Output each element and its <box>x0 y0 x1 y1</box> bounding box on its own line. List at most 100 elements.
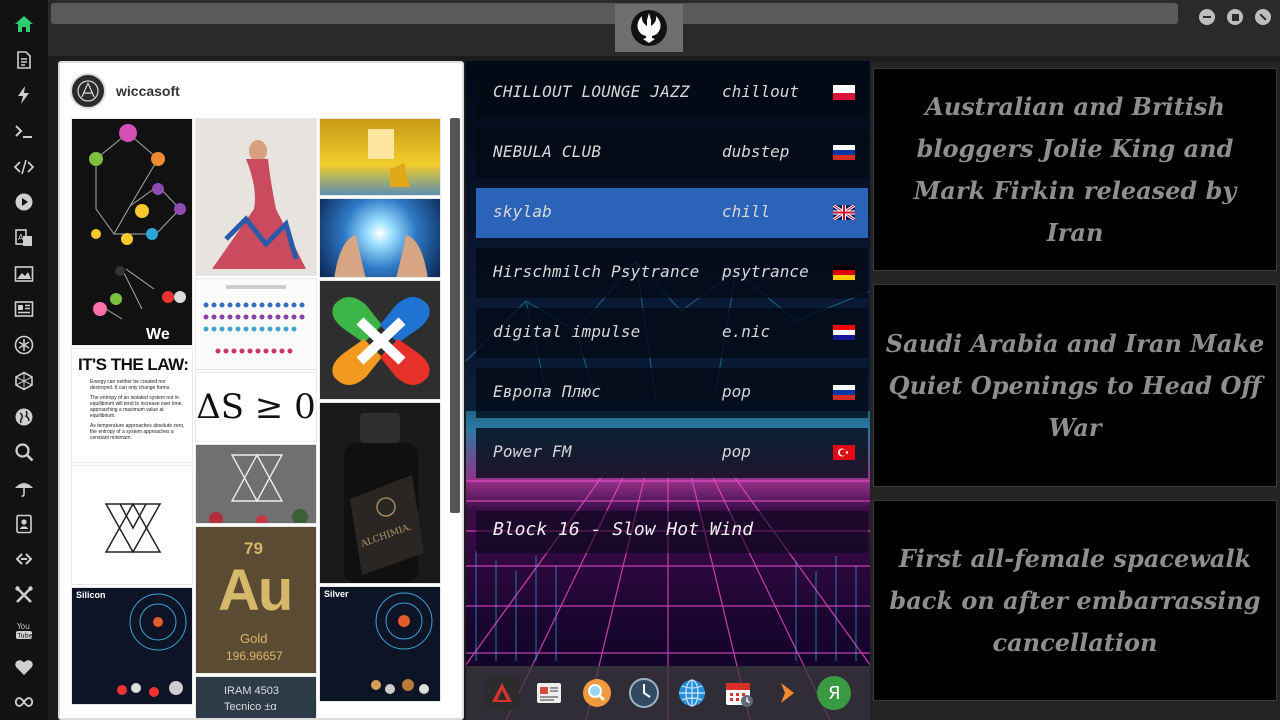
silicon-label: Silicon <box>76 590 106 600</box>
sidebar-item-terminal[interactable] <box>4 113 44 149</box>
news-icon <box>14 301 34 318</box>
iram-line-2: Tecnico ±α <box>224 701 277 713</box>
sidebar-item-hexagon[interactable] <box>4 363 44 399</box>
code-icon <box>14 159 34 174</box>
sidebar-item-home[interactable] <box>4 6 44 42</box>
photo-tile-silver[interactable]: Silver <box>319 586 441 702</box>
username[interactable]: wiccasoft <box>116 83 180 99</box>
photo-tile-yellow-room[interactable] <box>319 118 441 196</box>
sidebar-item-link[interactable] <box>4 542 44 578</box>
fashion-photo-image <box>212 140 306 269</box>
sidebar-item-heart[interactable] <box>4 649 44 685</box>
sidebar-item-youtube[interactable]: You Tube <box>4 613 44 649</box>
news-panel: Australian and British bloggers Jolie Ki… <box>870 61 1280 720</box>
sidebar-item-search[interactable] <box>4 434 44 470</box>
station-row[interactable]: Европа Плюс pop <box>476 368 868 418</box>
flag-poland-icon <box>833 85 855 100</box>
gold-number: 79 <box>244 539 263 558</box>
yellow-room-image <box>368 129 410 187</box>
station-row[interactable]: digital impulse e.nic <box>476 308 868 358</box>
sidebar-item-globe[interactable] <box>4 399 44 435</box>
play-icon <box>15 193 33 211</box>
sidebar-item-code[interactable] <box>4 149 44 185</box>
station-row[interactable]: Power FM pop <box>476 428 868 478</box>
tools-icon <box>15 586 33 604</box>
photo-tile-symbol[interactable] <box>71 465 193 585</box>
photo-tile-alchimia[interactable]: ALCHIMIA. <box>319 402 441 584</box>
station-row-selected[interactable]: skylab chill <box>476 188 868 238</box>
sidebar: A You Tube <box>0 0 48 720</box>
avatar[interactable] <box>70 73 106 109</box>
station-genre: pop <box>722 442 751 461</box>
station-row[interactable]: CHILLOUT LOUNGE JAZZ chillout <box>476 68 868 118</box>
silicon-atom-image <box>117 593 187 697</box>
svg-text:You: You <box>16 622 30 631</box>
photo-tile-particles[interactable]: We <box>71 118 193 346</box>
photo-tile-silicon[interactable]: Silicon <box>71 587 193 705</box>
photo-tile-fashion[interactable] <box>195 118 317 276</box>
terminal-icon <box>15 125 32 138</box>
globe-icon[interactable] <box>675 676 709 710</box>
calendar-icon[interactable] <box>722 676 756 710</box>
profile-header[interactable]: wiccasoft <box>60 63 462 119</box>
photo-tile-iram[interactable]: IRAM 4503 Tecnico ±α <box>195 676 317 718</box>
photo-tile-entropy[interactable]: ΔS ≥ 0 <box>195 372 317 442</box>
sidebar-item-news[interactable] <box>4 292 44 328</box>
sidebar-item-document[interactable] <box>4 42 44 78</box>
sidebar-item-image[interactable] <box>4 256 44 292</box>
hexagon-icon <box>15 371 33 391</box>
contacts-icon <box>16 514 32 533</box>
alchimia-bottle-image <box>344 413 424 583</box>
station-name: skylab <box>493 202 552 221</box>
sidebar-item-snowflake[interactable] <box>4 327 44 363</box>
home-icon <box>15 15 33 32</box>
minimize-button[interactable] <box>1199 9 1215 25</box>
photo-tile-energy-hands[interactable] <box>319 198 441 278</box>
link-icon <box>15 553 33 566</box>
close-button[interactable] <box>1255 9 1271 25</box>
forward-icon[interactable] <box>770 676 804 710</box>
sidebar-item-contacts[interactable] <box>4 506 44 542</box>
sidebar-item-umbrella[interactable] <box>4 470 44 506</box>
x-logo-image <box>332 297 430 385</box>
sidebar-item-tools[interactable] <box>4 577 44 613</box>
search-app-icon[interactable] <box>580 676 614 710</box>
svg-text:A: A <box>18 233 24 242</box>
station-row[interactable]: NEBULA CLUB dubstep <box>476 128 868 178</box>
rebel-alliance-icon <box>631 10 667 46</box>
energy-hands-image <box>334 235 428 277</box>
news-card[interactable]: Australian and British bloggers Jolie Ki… <box>873 68 1277 271</box>
station-row[interactable]: Hirschmilch Psytrance psytrance <box>476 248 868 298</box>
news-headline: Saudi Arabia and Iran Make Quiet Opening… <box>885 328 1265 442</box>
now-playing-bar[interactable]: Block 16 - Slow Hot Wind <box>476 511 868 553</box>
heart-icon <box>15 659 33 675</box>
news-card[interactable]: Saudi Arabia and Iran Make Quiet Opening… <box>873 284 1277 487</box>
gold-symbol: Au <box>218 558 293 623</box>
maximize-button[interactable] <box>1227 9 1243 25</box>
sidebar-item-infinity[interactable] <box>4 684 44 720</box>
sidebar-item-flash[interactable] <box>4 77 44 113</box>
infinity-icon <box>14 697 34 708</box>
scrollbar[interactable] <box>450 118 460 513</box>
flag-turkey-icon <box>833 445 855 460</box>
photo-tile-x-logo[interactable] <box>319 280 441 400</box>
logo-tab[interactable] <box>615 4 683 52</box>
flag-russia-icon <box>833 385 855 400</box>
photo-tile-symbol-roses[interactable] <box>195 444 317 524</box>
vivaldi-icon[interactable] <box>484 676 519 710</box>
sidebar-item-translate[interactable]: A <box>4 220 44 256</box>
news-reader-icon[interactable] <box>532 676 566 710</box>
law-1: Energy can neither be created nor destro… <box>90 379 171 391</box>
translate-icon: A <box>15 229 32 247</box>
photo-tile-gold[interactable]: 79 Au Gold 196.96657 <box>195 526 317 674</box>
law-3: As temperature approaches absolute zero,… <box>90 423 185 441</box>
clock-icon[interactable] <box>627 676 661 710</box>
yandex-icon[interactable]: Я <box>817 676 852 710</box>
sidebar-item-play[interactable] <box>4 185 44 221</box>
radio-panel: CHILLOUT LOUNGE JAZZ chillout NEBULA CLU… <box>466 61 870 720</box>
news-card[interactable]: First all-female spacewalk back on after… <box>873 500 1277 701</box>
photo-tile-periodic-chart[interactable] <box>195 278 317 370</box>
yandex-letter: Я <box>827 682 841 704</box>
particle-diagram-image <box>89 124 186 320</box>
photo-tile-thermodynamics[interactable]: IT'S THE LAW: Energy can neither be crea… <box>71 348 193 463</box>
